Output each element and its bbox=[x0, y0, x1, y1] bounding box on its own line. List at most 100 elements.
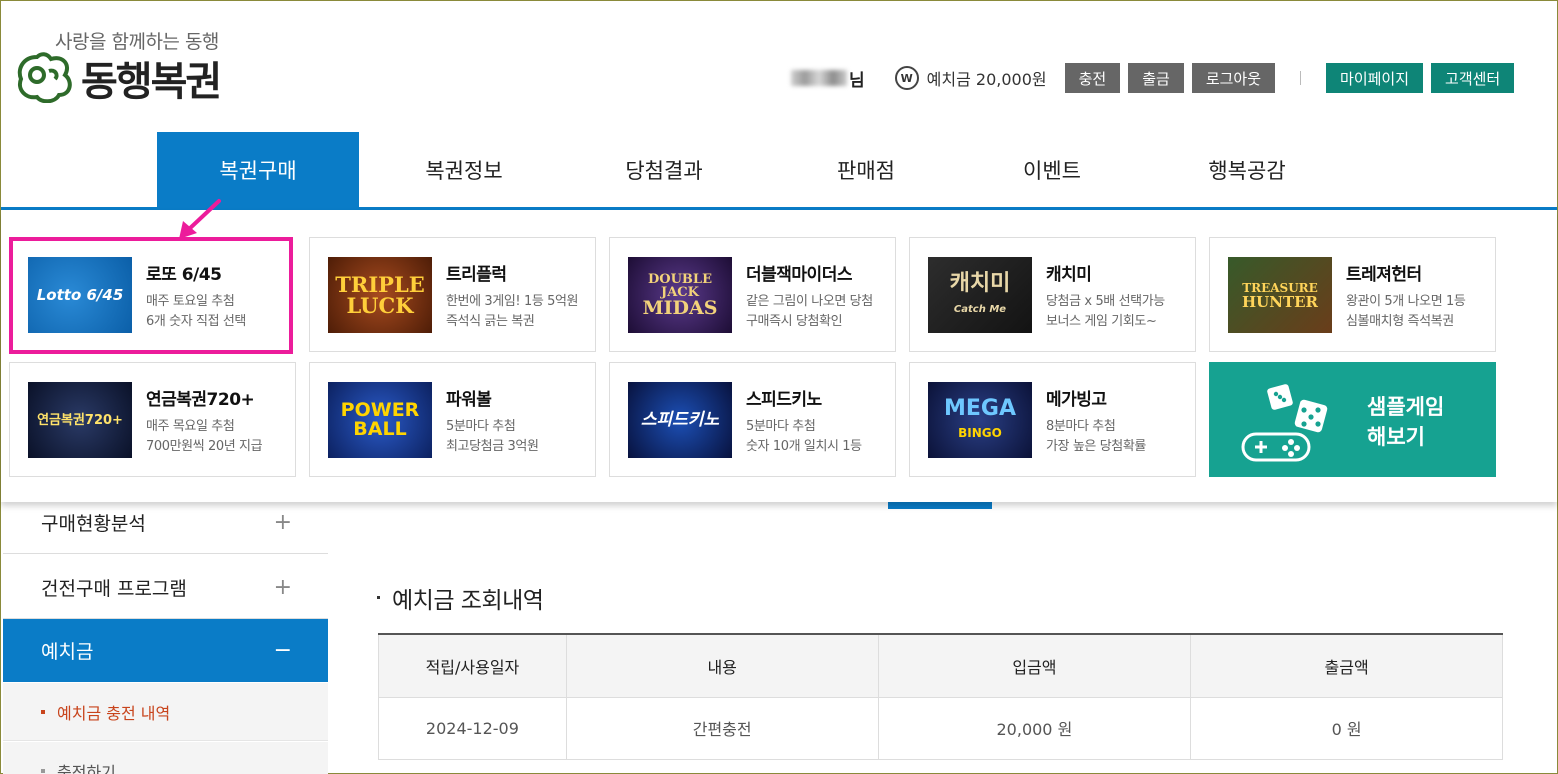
desc-line: 5분마다 추첨 bbox=[446, 419, 516, 434]
thumb-line: 캐치미 bbox=[949, 271, 1011, 296]
gnb-stores[interactable]: 판매점 bbox=[765, 132, 967, 207]
bullet-icon bbox=[41, 768, 45, 773]
card-title: 로또 6/45 bbox=[146, 265, 222, 285]
minus-icon: − bbox=[273, 638, 292, 663]
nav-sub-deposit-history[interactable]: 예치금 충전 내역 bbox=[3, 683, 328, 741]
sample-game-button[interactable]: 샘플게임 해보기 bbox=[1209, 362, 1496, 477]
nav-healthy-program[interactable]: 건전구매 프로그램 + bbox=[3, 556, 328, 619]
masked-username bbox=[791, 70, 847, 86]
section-title: 예치금 조회내역 bbox=[377, 581, 544, 615]
card-title: 더블잭마이더스 bbox=[746, 265, 852, 285]
game-card-double-jack[interactable]: DOUBLE JACK MIDAS 더블잭마이더스 같은 그림이 나오면 당첨구매… bbox=[609, 237, 896, 352]
game-card-pension720[interactable]: 연금복권720+ 연금복권720+ 매주 목요일 추첨 700만원씩 20년 지급 bbox=[9, 362, 296, 477]
cell-deposit: 20,000 원 bbox=[877, 696, 1192, 760]
lottery-dropdown-panel: Lotto 6/45 로또 6/45 매주 토요일 추첨 6개 숫자 직접 선택 … bbox=[1, 210, 1557, 502]
desc-line: 같은 그림이 나오면 당첨 bbox=[746, 294, 873, 309]
withdraw-button[interactable]: 출금 bbox=[1128, 63, 1184, 93]
mypage-button[interactable]: 마이페이지 bbox=[1326, 63, 1424, 93]
col-date: 적립/사용일자 bbox=[378, 634, 567, 698]
thumb-text: DOUBLE JACK MIDAS bbox=[628, 273, 732, 318]
thumb-text: POWER BALL bbox=[341, 401, 420, 439]
card-desc: 5분마다 추첨숫자 10개 일치시 1등 bbox=[746, 417, 862, 457]
desc-line: 구매즉시 당첨확인 bbox=[746, 314, 843, 329]
title-bullet-icon bbox=[377, 596, 380, 599]
nav-sub-charge[interactable]: 충전하기 bbox=[3, 742, 328, 774]
logout-button[interactable]: 로그아웃 bbox=[1191, 63, 1276, 93]
pension720-thumbnail: 연금복권720+ bbox=[28, 382, 132, 458]
header-separator bbox=[1300, 71, 1302, 85]
speed-keno-thumbnail: 스피드키노 bbox=[628, 382, 732, 458]
desc-line: 5분마다 추첨 bbox=[746, 419, 816, 434]
game-card-treasure-hunter[interactable]: TREASURE HUNTER 트레져헌터 왕관이 5개 나오면 1등 심볼매치형 … bbox=[1209, 237, 1496, 352]
desc-line: 숫자 10개 일치시 1등 bbox=[746, 439, 862, 454]
thumb-line: Catch Me bbox=[953, 304, 1007, 315]
desc-line: 8분마다 추첨 bbox=[1046, 419, 1116, 434]
thumb-line: MEGA bbox=[943, 396, 1016, 421]
nav-label: 건전구매 프로그램 bbox=[41, 577, 187, 600]
gnb-lottery-info[interactable]: 복권정보 bbox=[363, 132, 565, 207]
cell-content: 간편충전 bbox=[565, 696, 879, 760]
card-title: 스피드키노 bbox=[746, 390, 822, 410]
col-content: 내용 bbox=[565, 634, 879, 698]
deposit-balance: W 예치금 20,000원 bbox=[894, 66, 1047, 90]
gnb-buy-lottery[interactable]: 복권구매 bbox=[157, 132, 359, 207]
desc-line: 가장 높은 당첨확률 bbox=[1046, 439, 1146, 454]
card-title: 파워볼 bbox=[446, 390, 492, 410]
game-card-mega-bingo[interactable]: MEGA BINGO 메가빙고 8분마다 추첨가장 높은 당첨확률 bbox=[909, 362, 1196, 477]
treasure-hunter-thumbnail: TREASURE HUNTER bbox=[1228, 257, 1332, 333]
deposit-text: 예치금 20,000원 bbox=[926, 70, 1047, 89]
desc-line: 당첨금 x 5배 선택가능 bbox=[1046, 294, 1165, 309]
double-jack-thumbnail: DOUBLE JACK MIDAS bbox=[628, 257, 732, 333]
thumb-line: HUNTER bbox=[1241, 293, 1319, 311]
desc-line: 최고당첨금 3억원 bbox=[446, 439, 539, 454]
logo-brand-name: 동행복권 bbox=[81, 59, 222, 105]
thumb-line: BINGO bbox=[958, 426, 1002, 440]
thumb-text: TRIPLE LUCK bbox=[335, 274, 424, 316]
nav-deposit[interactable]: 예치금 − bbox=[3, 619, 328, 682]
card-title: 메가빙고 bbox=[1046, 390, 1107, 410]
desc-line: 왕관이 5개 나오면 1등 bbox=[1346, 294, 1466, 309]
card-desc: 왕관이 5개 나오면 1등심볼매치형 즉석복권 bbox=[1346, 292, 1466, 332]
card-desc: 한번에 3게임! 1등 5억원 즉석식 긁는 복권 bbox=[446, 292, 579, 332]
charge-button[interactable]: 충전 bbox=[1064, 63, 1121, 93]
card-desc: 매주 토요일 추첨 6개 숫자 직접 선택 bbox=[146, 292, 246, 332]
deposit-history-table: 적립/사용일자 내용 입금액 출금액 2024-12-09 간편충전 20,00… bbox=[378, 633, 1503, 760]
game-card-speed-keno[interactable]: 스피드키노 스피드키노 5분마다 추첨숫자 10개 일치시 1등 bbox=[609, 362, 896, 477]
thumb-text: 연금복권720+ bbox=[37, 412, 123, 428]
thumb-text: MEGA BINGO bbox=[944, 398, 1016, 442]
nav-label: 예치금 bbox=[41, 641, 94, 663]
nav-label: 구매현황분석 bbox=[41, 512, 146, 535]
desc-line: 보너스 게임 기회도~ bbox=[1046, 314, 1157, 329]
game-card-triple-luck[interactable]: TRIPLE LUCK 트리플럭 한번에 3게임! 1등 5억원 즉석식 긁는 복권 bbox=[309, 237, 596, 352]
desc-line: 6개 숫자 직접 선택 bbox=[146, 314, 246, 329]
card-title: 트리플럭 bbox=[446, 265, 507, 285]
thumb-text: 캐치미 Catch Me bbox=[950, 273, 1011, 317]
card-desc: 매주 목요일 추첨 700만원씩 20년 지급 bbox=[146, 417, 263, 457]
table-header-row: 적립/사용일자 내용 입금액 출금액 bbox=[378, 634, 1503, 698]
desc-line: 즉석식 긁는 복권 bbox=[446, 314, 535, 329]
thumb-text: TREASURE HUNTER bbox=[1242, 280, 1318, 310]
game-card-lotto645[interactable]: Lotto 6/45 로또 6/45 매주 토요일 추첨 6개 숫자 직접 선택 bbox=[9, 237, 293, 354]
card-desc: 8분마다 추첨가장 높은 당첨확률 bbox=[1046, 417, 1146, 457]
cell-withdraw: 0 원 bbox=[1190, 696, 1503, 760]
card-desc: 5분마다 추첨최고당첨금 3억원 bbox=[446, 417, 539, 457]
col-deposit: 입금액 bbox=[877, 634, 1192, 698]
gnb-events[interactable]: 이벤트 bbox=[951, 132, 1153, 207]
desc-line: 심볼매치형 즉석복권 bbox=[1346, 314, 1454, 329]
main-navigation: 복권구매 복권정보 당첨결과 판매점 이벤트 행복공감 bbox=[1, 132, 1557, 210]
table-row: 2024-12-09 간편충전 20,000 원 0 원 bbox=[378, 696, 1503, 760]
section-title-text: 예치금 조회내역 bbox=[392, 588, 544, 614]
support-button[interactable]: 고객센터 bbox=[1431, 63, 1515, 93]
gnb-happy[interactable]: 행복공감 bbox=[1146, 132, 1348, 207]
catch-me-thumbnail: 캐치미 Catch Me bbox=[928, 257, 1032, 333]
gnb-results[interactable]: 당첨결과 bbox=[563, 132, 765, 207]
cell-date: 2024-12-09 bbox=[378, 696, 567, 760]
left-sidebar: 구매현황분석 + 건전구매 프로그램 + 예치금 − 예치금 충전 내역 충전하… bbox=[3, 491, 328, 774]
game-card-powerball[interactable]: POWER BALL 파워볼 5분마다 추첨최고당첨금 3억원 bbox=[309, 362, 596, 477]
plus-icon: + bbox=[273, 574, 292, 600]
game-card-catch-me[interactable]: 캐치미 Catch Me 캐치미 당첨금 x 5배 선택가능보너스 게임 기회도~ bbox=[909, 237, 1196, 352]
site-logo[interactable]: 사랑을 함께하는 동행 동행복권 bbox=[15, 27, 255, 107]
powerball-thumbnail: POWER BALL bbox=[328, 382, 432, 458]
col-withdraw: 출금액 bbox=[1190, 634, 1503, 698]
plus-icon: + bbox=[273, 509, 292, 535]
